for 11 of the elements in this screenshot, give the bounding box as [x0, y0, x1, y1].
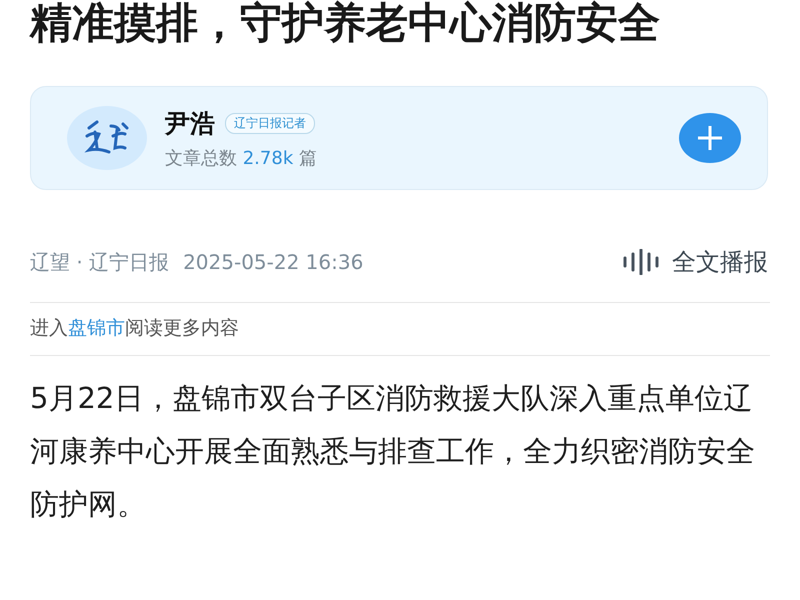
article-title: 精准摸排，守护养老中心消防安全	[30, 0, 661, 49]
article-count: 文章总数 2.78k 篇	[165, 146, 318, 170]
plus-icon	[695, 123, 725, 153]
author-name: 尹浩	[165, 108, 215, 140]
listen-button[interactable]: 全文播报	[622, 246, 768, 278]
author-badge: 辽宁日报记者	[225, 112, 315, 134]
article-source: 辽望 · 辽宁日报	[30, 248, 170, 276]
region-prompt: 进入盘锦市阅读更多内容	[30, 302, 770, 356]
article-paragraph: 5月22日，盘锦市双台子区消防救援大队深入重点单位辽河康养中心开展全面熟悉与排查工作，全力织密消防安全防护网。	[30, 380, 756, 523]
logo-icon	[67, 106, 147, 170]
publish-time: 2025-05-22 16:36	[183, 250, 364, 274]
